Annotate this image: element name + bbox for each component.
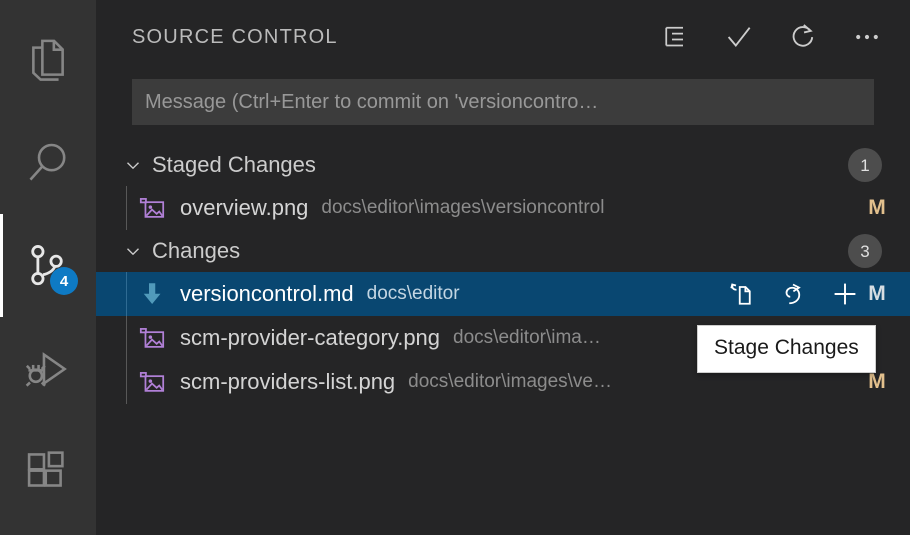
group-count-badge: 3	[848, 234, 882, 268]
commit-message-input[interactable]	[132, 79, 874, 125]
image-file-icon	[134, 194, 170, 222]
markdown-file-icon	[134, 279, 170, 309]
group-header-staged-changes[interactable]: Staged Changes 1	[96, 144, 910, 186]
list-item[interactable]: overview.png docs\editor\images\versionc…	[96, 186, 910, 230]
group-label: Staged Changes	[152, 152, 316, 177]
tooltip-stage-changes: Stage Changes	[697, 325, 876, 373]
ellipsis-icon	[851, 21, 883, 53]
discard-changes-button[interactable]	[778, 279, 808, 309]
group-count-badge: 1	[848, 148, 882, 182]
indent-guide	[126, 186, 127, 230]
open-file-button[interactable]	[726, 279, 756, 309]
file-name: scm-providers-list.png	[180, 369, 396, 394]
discard-icon	[778, 279, 808, 309]
file-name: overview.png	[180, 195, 309, 220]
file-path: docs\editor\ima…	[453, 327, 601, 348]
open-file-icon	[726, 279, 756, 309]
list-item-selected[interactable]: versioncontrol.md docs\editor M	[96, 272, 910, 316]
activity-item-run-and-debug[interactable]	[0, 317, 96, 420]
chevron-down-icon	[120, 240, 146, 262]
stage-changes-button[interactable]	[830, 279, 860, 309]
extensions-icon	[21, 445, 75, 499]
group-label: Changes	[152, 238, 241, 263]
check-icon	[723, 21, 755, 53]
files-icon	[21, 33, 75, 87]
more-actions-button[interactable]	[850, 20, 884, 54]
chevron-down-icon	[120, 154, 146, 176]
activity-bar: 4	[0, 0, 96, 535]
file-path: docs\editor\images\ve…	[408, 371, 612, 392]
indent-guide	[126, 272, 127, 316]
activity-item-source-control[interactable]: 4	[0, 214, 96, 317]
activity-item-explorer[interactable]	[0, 8, 96, 111]
view-as-list-button[interactable]	[658, 20, 692, 54]
source-control-badge: 4	[50, 267, 78, 295]
page-title: SOURCE CONTROL	[132, 25, 338, 48]
indent-guide	[126, 316, 127, 360]
refresh-icon	[787, 21, 819, 53]
refresh-button[interactable]	[786, 20, 820, 54]
image-file-icon	[134, 368, 170, 396]
image-file-icon	[134, 324, 170, 352]
source-control-sidebar: SOURCE CONTROL Message (Ctrl+Enter to co…	[96, 0, 910, 535]
list-icon	[660, 22, 690, 52]
status-badge: M	[868, 196, 886, 219]
file-name: versioncontrol.md	[180, 281, 354, 306]
commit-input-container	[96, 74, 910, 130]
run-and-debug-icon	[21, 342, 75, 396]
group-header-changes[interactable]: Changes 3	[96, 230, 910, 272]
activity-item-search[interactable]	[0, 111, 96, 214]
file-path: docs\editor\images\versioncontrol	[321, 197, 605, 218]
file-path: docs\editor	[366, 283, 460, 304]
status-badge: M	[868, 282, 886, 305]
plus-icon	[829, 278, 861, 310]
sidebar-header: SOURCE CONTROL	[96, 0, 910, 74]
search-icon	[21, 136, 75, 190]
file-name: scm-provider-category.png	[180, 325, 441, 350]
active-item-indicator	[0, 214, 3, 317]
row-action-bar	[726, 279, 864, 309]
tooltip-text: Stage Changes	[714, 336, 859, 359]
indent-guide	[126, 360, 127, 404]
status-badge: M	[868, 370, 886, 393]
vscode-window: 4 SOURCE CONTROL Message (Ctrl+Enter to …	[0, 0, 910, 535]
activity-item-extensions[interactable]	[0, 420, 96, 523]
commit-button[interactable]	[722, 20, 756, 54]
sidebar-toolbar	[658, 20, 884, 54]
